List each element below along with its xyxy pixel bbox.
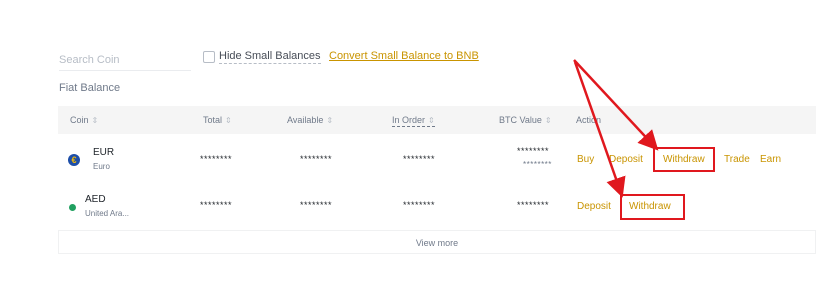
table-row: AED United Ara... ******** ******** ****… [58, 186, 816, 226]
coin-symbol: AED [85, 194, 106, 205]
search-coin[interactable] [59, 50, 191, 71]
search-input[interactable] [59, 51, 191, 69]
column-header-total[interactable]: Total ⇕ [203, 115, 232, 125]
sort-icon: ⇕ [544, 116, 552, 125]
column-header-available[interactable]: Available ⇕ [287, 115, 333, 125]
column-header-in-order[interactable]: In Order ⇕ [392, 115, 435, 127]
sort-icon: ⇕ [225, 116, 232, 125]
view-more-button[interactable]: View more [58, 230, 816, 254]
btc-value: ******** [517, 200, 550, 210]
in-order-value: ******** [403, 200, 436, 210]
sort-icon: ⇕ [91, 116, 99, 125]
deposit-button[interactable]: Deposit [577, 201, 611, 212]
column-header-btc-value[interactable]: BTC Value ⇕ [499, 115, 552, 125]
available-value: ******** [300, 200, 333, 210]
btc-value: ******** [517, 146, 550, 156]
table-header: Coin ⇕ Total ⇕ Available ⇕ In Order ⇕ BTC Va… [58, 106, 816, 134]
trade-button[interactable]: Trade [724, 154, 750, 165]
withdraw-highlight-box [620, 194, 685, 220]
aed-icon [69, 204, 76, 211]
sort-icon: ⇕ [428, 116, 435, 125]
total-value: ******** [200, 200, 233, 210]
earn-button[interactable]: Earn [760, 154, 781, 165]
coin-symbol: EUR [93, 147, 115, 158]
coin-name: United Ara... [85, 209, 130, 218]
hide-small-balances-label[interactable]: Hide Small Balances [219, 50, 321, 64]
sort-icon: ⇕ [326, 116, 334, 125]
withdraw-highlight-box [653, 147, 715, 172]
section-title: Fiat Balance [59, 82, 121, 94]
btc-value-sub: ******** [523, 160, 552, 169]
coin-name: Euro [93, 162, 110, 171]
buy-button[interactable]: Buy [577, 154, 594, 165]
total-value: ******** [200, 154, 233, 164]
column-header-coin[interactable]: Coin ⇕ [70, 115, 98, 125]
column-header-action: Action [576, 115, 602, 125]
available-value: ******** [300, 154, 333, 164]
convert-small-balance-link[interactable]: Convert Small Balance to BNB [329, 50, 479, 62]
hide-small-balances-checkbox[interactable] [203, 51, 215, 63]
deposit-button[interactable]: Deposit [609, 154, 643, 165]
in-order-value: ******** [403, 154, 436, 164]
euro-icon: € [68, 154, 80, 166]
